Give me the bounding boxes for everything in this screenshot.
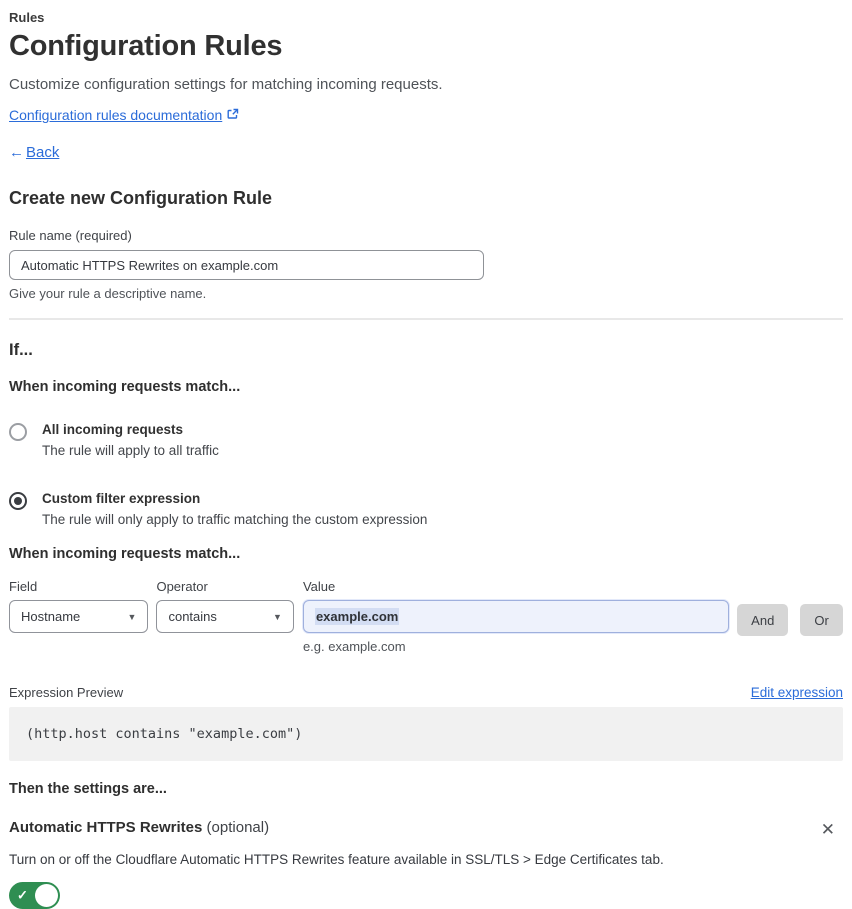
automatic-https-rewrites-toggle[interactable]: ✓ [9,882,60,909]
expression-preview-code: (http.host contains "example.com") [9,707,843,761]
radio-option-description: The rule will only apply to traffic matc… [42,512,428,527]
back-arrow-icon: ← [9,144,24,161]
or-button[interactable]: Or [800,604,843,636]
external-link-icon [227,107,239,123]
field-select-value: Hostname [21,609,81,624]
operator-select-value: contains [168,609,217,624]
setting-description: Turn on or off the Cloudflare Automatic … [9,852,664,867]
setting-optional-text: (optional) [202,819,270,836]
match-heading-2: When incoming requests match... [9,546,241,562]
setting-header: Automatic HTTPS Rewrites (optional) ✕ [9,819,843,840]
radio-option-label: Custom filter expression [42,491,201,506]
chevron-down-icon: ▼ [273,611,282,622]
section-divider [9,318,843,320]
create-rule-heading: Create new Configuration Rule [9,188,273,208]
expression-builder-row: Field Hostname ▼ Operator contains ▼ Val… [9,579,843,654]
edit-expression-link[interactable]: Edit expression [751,685,843,700]
match-heading-1: When incoming requests match... [9,379,241,395]
expression-preview-row: Expression Preview Edit expression [9,685,843,700]
radio-selected-icon[interactable] [9,492,27,510]
breadcrumb: Rules [9,10,45,25]
field-select[interactable]: Hostname ▼ [9,600,149,633]
documentation-link[interactable]: Configuration rules documentation [9,107,222,123]
rule-name-label: Rule name (required) [9,228,132,243]
documentation-row: Configuration rules documentation [9,107,843,123]
operator-select[interactable]: contains ▼ [156,600,294,633]
if-heading: If... [9,341,33,359]
operator-label: Operator [156,579,208,594]
setting-title: Automatic HTTPS Rewrites (optional) [9,819,269,836]
rule-name-input[interactable] [9,250,484,280]
value-label: Value [302,579,336,594]
radio-unselected-icon[interactable] [9,423,27,441]
and-button[interactable]: And [737,604,789,636]
expression-preview-label: Expression Preview [9,685,124,700]
radio-option-all-requests[interactable]: All incoming requests The rule will appl… [9,422,843,458]
radio-option-label: All incoming requests [42,422,184,437]
rule-name-help: Give your rule a descriptive name. [9,286,207,301]
back-row: ← Back [9,144,843,161]
value-input[interactable]: example.com [302,600,730,633]
setting-title-text: Automatic HTTPS Rewrites [9,819,203,836]
field-label: Field [9,579,38,594]
chevron-down-icon: ▼ [127,611,137,622]
value-input-text: example.com [314,608,400,625]
then-settings-heading: Then the settings are... [9,781,167,797]
back-link[interactable]: Back [26,144,59,161]
radio-option-custom-filter[interactable]: Custom filter expression The rule will o… [9,491,843,527]
page-subtitle: Customize configuration settings for mat… [9,76,443,93]
radio-option-description: The rule will apply to all traffic [42,443,219,458]
value-help: e.g. example.com [302,639,406,654]
toggle-knob [35,884,58,907]
close-icon[interactable]: ✕ [813,819,843,840]
page-title: Configuration Rules [9,30,283,62]
toggle-check-icon: ✓ [17,887,28,903]
